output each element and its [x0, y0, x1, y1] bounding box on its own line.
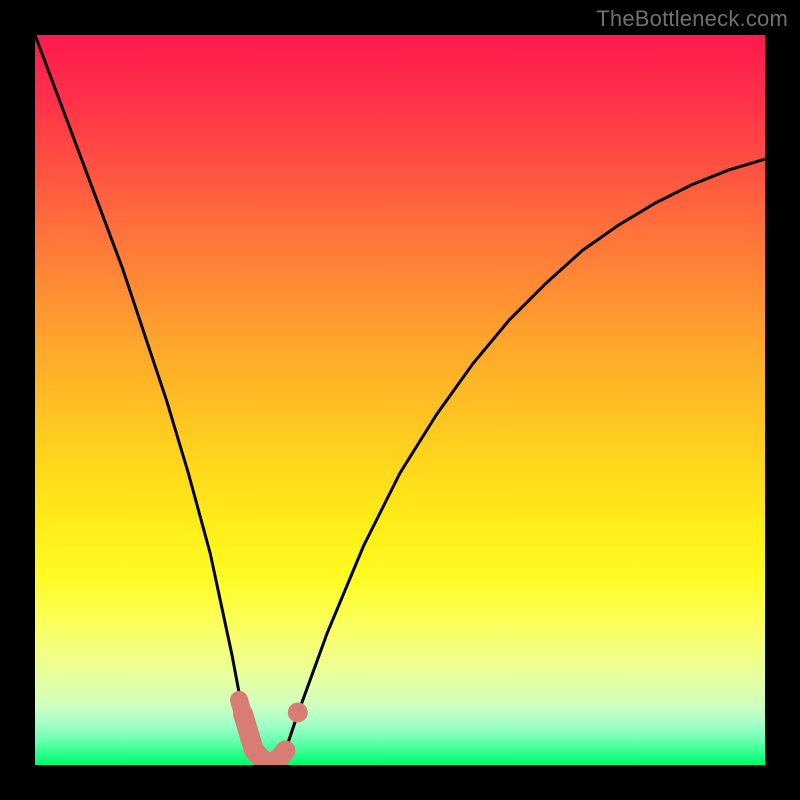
- chart-frame: TheBottleneck.com: [0, 0, 800, 800]
- watermark-text: TheBottleneck.com: [596, 6, 788, 32]
- marker-dot: [288, 702, 308, 722]
- marker-tail: [239, 700, 243, 714]
- curve-markers: [239, 700, 308, 762]
- plot-area: [35, 35, 765, 765]
- bottleneck-curve: [35, 35, 765, 765]
- curve-line: [35, 35, 765, 762]
- trough-marker: [243, 714, 285, 762]
